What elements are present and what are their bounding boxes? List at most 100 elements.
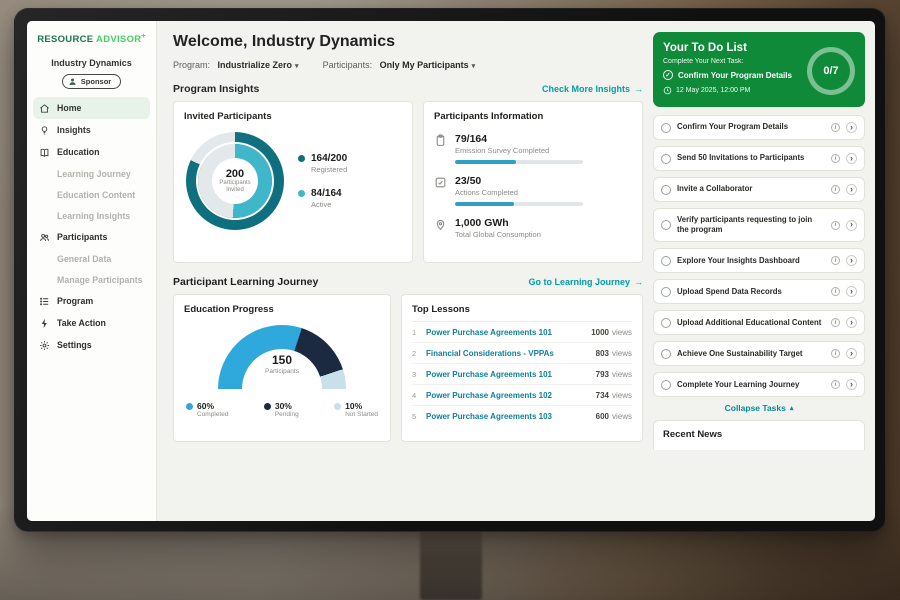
todo-task-item[interactable]: Explore Your Insights Dashboardi›: [653, 248, 865, 273]
filters-bar: Program: Industrialize Zero▾ Participant…: [173, 60, 643, 70]
chevron-right-icon[interactable]: ›: [846, 348, 857, 359]
info-icon[interactable]: i: [831, 221, 840, 230]
top-lessons-card: Top Lessons 1 Power Purchase Agreements …: [401, 294, 643, 442]
todo-task-item[interactable]: Invite a Collaboratori›: [653, 177, 865, 202]
clock-icon: [663, 86, 672, 95]
legend-dot: [298, 190, 305, 197]
sidebar-item-education[interactable]: Education: [27, 141, 156, 163]
task-checkbox[interactable]: [661, 123, 671, 133]
info-icon[interactable]: i: [831, 154, 840, 163]
lesson-link[interactable]: Power Purchase Agreements 102: [426, 391, 590, 400]
task-checkbox[interactable]: [661, 318, 671, 328]
chevron-right-icon[interactable]: ›: [846, 286, 857, 297]
sidebar-item-learning-insights[interactable]: Learning Insights: [27, 205, 156, 226]
lesson-link[interactable]: Power Purchase Agreements 101: [426, 328, 585, 337]
todo-task-item[interactable]: Upload Additional Educational Contenti›: [653, 310, 865, 335]
sidebar-item-participants[interactable]: Participants: [27, 226, 156, 248]
sidebar-item-learning-journey[interactable]: Learning Journey: [27, 163, 156, 184]
lesson-link[interactable]: Financial Considerations - VPPAs: [426, 349, 590, 358]
todo-task-item[interactable]: Verify participants requesting to join t…: [653, 208, 865, 242]
todo-task-item[interactable]: Confirm Your Program Detailsi›: [653, 115, 865, 140]
arrow-right-icon: →: [634, 84, 643, 94]
chevron-right-icon[interactable]: ›: [846, 220, 857, 231]
check-icon: ✓: [663, 70, 673, 80]
check-square-icon: [434, 176, 447, 189]
task-checkbox[interactable]: [661, 185, 671, 195]
recent-news-card: Recent News: [653, 420, 865, 450]
sidebar-item-settings[interactable]: Settings: [27, 334, 156, 356]
progress-bar: [455, 160, 583, 164]
go-to-learning-journey-link[interactable]: Go to Learning Journey→: [528, 277, 643, 287]
program-select[interactable]: Industrialize Zero▾: [218, 60, 299, 70]
todo-task-item[interactable]: Send 50 Invitations to Participantsi›: [653, 146, 865, 171]
sidebar-item-take-action[interactable]: Take Action: [27, 312, 156, 334]
logo-advisor: ADVISOR: [96, 34, 141, 45]
participants-filter-label: Participants:: [323, 60, 373, 70]
task-checkbox[interactable]: [661, 349, 671, 359]
info-icon[interactable]: i: [831, 256, 840, 265]
program-insights-header: Program Insights Check More Insights→: [173, 83, 643, 95]
todo-task-item[interactable]: Complete Your Learning Journeyi›: [653, 372, 865, 397]
info-row: 79/164 Emission Survey Completed: [434, 133, 632, 164]
home-icon: [39, 103, 50, 114]
sidebar-item-program[interactable]: Program: [27, 290, 156, 312]
info-icon[interactable]: i: [831, 318, 840, 327]
task-checkbox[interactable]: [661, 287, 671, 297]
sidebar-item-manage-participants[interactable]: Manage Participants: [27, 269, 156, 290]
info-icon[interactable]: i: [831, 287, 840, 296]
lightbulb-icon: [39, 125, 50, 136]
todo-panel: Your To Do List Complete Your Next Task:…: [651, 21, 875, 521]
info-icon[interactable]: i: [831, 349, 840, 358]
info-icon[interactable]: i: [831, 185, 840, 194]
todo-next-task[interactable]: ✓ Confirm Your Program Details: [663, 70, 801, 80]
gear-icon: [39, 340, 50, 351]
task-checkbox[interactable]: [661, 380, 671, 390]
gauge-center: 150 Participants: [218, 353, 346, 375]
check-more-insights-link[interactable]: Check More Insights→: [542, 84, 643, 94]
sidebar-nav: Home Insights Education Learning Journey…: [27, 97, 156, 356]
chevron-down-icon: ▾: [472, 63, 476, 70]
app-screen: RESOURCE ADVISOR+ Industry Dynamics Spon…: [27, 21, 875, 521]
chevron-right-icon[interactable]: ›: [846, 153, 857, 164]
collapse-tasks-link[interactable]: Collapse Tasks▴: [653, 403, 865, 413]
sidebar-item-general-data[interactable]: General Data: [27, 248, 156, 269]
chevron-right-icon[interactable]: ›: [846, 184, 857, 195]
todo-progress-count: 0/7: [823, 65, 838, 77]
sidebar-item-insights[interactable]: Insights: [27, 119, 156, 141]
main-content: Welcome, Industry Dynamics Program: Indu…: [157, 21, 651, 521]
lesson-link[interactable]: Power Purchase Agreements 103: [426, 412, 590, 421]
sidebar-item-education-content[interactable]: Education Content: [27, 184, 156, 205]
sidebar-item-home[interactable]: Home: [33, 97, 150, 119]
chevron-right-icon[interactable]: ›: [846, 379, 857, 390]
card-title: Education Progress: [184, 304, 380, 315]
chevron-right-icon[interactable]: ›: [846, 122, 857, 133]
program-insights-cards: Invited Participants 200 Participants In…: [173, 101, 643, 263]
lesson-row: 3 Power Purchase Agreements 101 793views: [412, 364, 632, 385]
sponsor-badge[interactable]: Sponsor: [62, 74, 121, 89]
lesson-link[interactable]: Power Purchase Agreements 101: [426, 370, 590, 379]
invited-donut-chart: 200 Participants Invited: [186, 132, 284, 230]
program-filter: Program: Industrialize Zero▾: [173, 60, 299, 70]
task-checkbox[interactable]: [661, 220, 671, 230]
todo-task-item[interactable]: Upload Spend Data Recordsi›: [653, 279, 865, 304]
lesson-row: 2 Financial Considerations - VPPAs 803vi…: [412, 343, 632, 364]
section-title-learning-journey: Participant Learning Journey: [173, 276, 318, 288]
participants-select[interactable]: Only My Participants▾: [380, 60, 476, 70]
monitor-stand: [420, 528, 482, 600]
lesson-row: 1 Power Purchase Agreements 101 1000view…: [412, 322, 632, 343]
task-checkbox[interactable]: [661, 154, 671, 164]
sidebar: RESOURCE ADVISOR+ Industry Dynamics Spon…: [27, 21, 157, 521]
resource-advisor-logo: RESOURCE ADVISOR+: [27, 33, 156, 45]
legend-item: 84/164Active: [298, 188, 347, 209]
legend-item: 10%Not Started: [334, 401, 378, 418]
todo-task-item[interactable]: Achieve One Sustainability Targeti›: [653, 341, 865, 366]
chevron-right-icon[interactable]: ›: [846, 255, 857, 266]
progress-fill: [455, 160, 516, 164]
info-icon[interactable]: i: [831, 123, 840, 132]
education-progress-card: Education Progress 150 Participants 60%C…: [173, 294, 391, 442]
task-checkbox[interactable]: [661, 256, 671, 266]
program-select-value: Industrialize Zero: [218, 60, 293, 70]
card-title: Invited Participants: [184, 111, 402, 122]
chevron-right-icon[interactable]: ›: [846, 317, 857, 328]
info-icon[interactable]: i: [831, 380, 840, 389]
